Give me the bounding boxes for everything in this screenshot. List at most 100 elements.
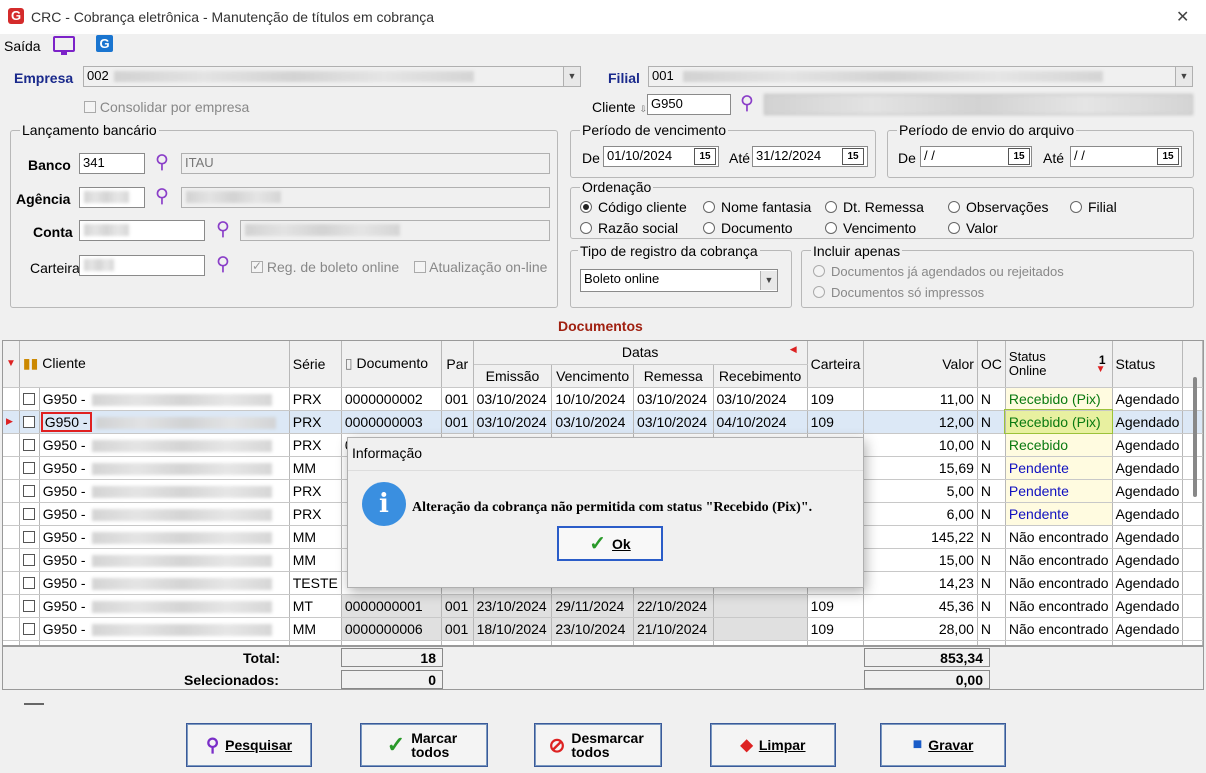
col-oc[interactable]: OC	[977, 341, 1006, 388]
row-checkbox[interactable]	[19, 433, 40, 457]
cell-status[interactable]: Agendado	[1112, 387, 1184, 411]
radio-icon[interactable]	[703, 201, 715, 213]
checkbox-icon[interactable]	[251, 259, 263, 273]
cell-status[interactable]: Agendado	[1112, 502, 1184, 526]
cell-emissao[interactable]: 03/10/2024	[473, 387, 553, 411]
radio-icon[interactable]	[813, 265, 825, 277]
cell-recebimento[interactable]	[713, 594, 808, 618]
cell-recebimento[interactable]: 04/10/2024	[713, 410, 808, 434]
row-checkbox[interactable]	[19, 571, 40, 595]
cell-status[interactable]: Agendado	[1112, 410, 1184, 434]
col-status[interactable]: Status	[1112, 341, 1184, 388]
cell-status-online[interactable]: Recebido (Pix)	[1005, 387, 1113, 411]
ordem-filial[interactable]: Filial	[1070, 199, 1117, 215]
cell-par[interactable]: 001	[441, 617, 474, 641]
cell-status-online[interactable]: Recebido	[1005, 433, 1113, 457]
radio-icon[interactable]	[1070, 201, 1082, 213]
cell-valor[interactable]: 145,22	[863, 525, 978, 549]
ordem-vencimento[interactable]: Vencimento	[825, 220, 916, 236]
ordem-codigo-cliente[interactable]: Código cliente	[580, 199, 687, 215]
consolidar-checkbox[interactable]: Consolidar por empresa	[84, 99, 249, 115]
cell-valor[interactable]: 5,00	[863, 479, 978, 503]
checkbox-icon[interactable]	[22, 392, 35, 405]
desmarcar-todos-button[interactable]: ⊘ Desmarcar todos	[534, 723, 662, 767]
radio-icon[interactable]	[813, 286, 825, 298]
col-par[interactable]: Par	[441, 341, 474, 388]
cell-serie[interactable]: PRX	[289, 479, 342, 503]
cell-vencimento[interactable]: 23/10/2024	[551, 617, 634, 641]
col-cliente[interactable]: ▮▮ Cliente	[19, 341, 290, 388]
cell-valor[interactable]: 11,00	[863, 387, 978, 411]
cell-valor[interactable]: 28,00	[863, 617, 978, 641]
cell-serie[interactable]: MM	[289, 617, 342, 641]
col-documento[interactable]: ▯ Documento	[341, 341, 442, 388]
cell-emissao[interactable]: 23/10/2024	[473, 594, 553, 618]
row-checkbox[interactable]	[19, 617, 40, 641]
checkbox-icon[interactable]	[22, 461, 35, 474]
row-checkbox[interactable]	[19, 594, 40, 618]
atualizacao-checkbox[interactable]: Atualização on-line	[414, 259, 547, 275]
cell-carteira[interactable]: 109	[807, 387, 865, 411]
ordem-dt-remessa[interactable]: Dt. Remessa	[825, 199, 924, 215]
calendar-icon[interactable]: 15	[842, 148, 864, 165]
cell-status-online[interactable]: Pendente	[1005, 502, 1113, 526]
cell-status-online[interactable]: Recebido (Pix)	[1004, 409, 1114, 434]
table-row[interactable]: G950 - MM 0000000006 001 18/10/2024 23/10/202…	[3, 617, 1203, 641]
cell-cliente[interactable]: G950 -	[39, 571, 290, 595]
table-row[interactable]: G950 - PRX 0000000002 001 03/10/2024 10/10/20…	[3, 387, 1203, 411]
cell-cliente[interactable]: G950 -	[39, 594, 290, 618]
radio-icon[interactable]	[948, 201, 960, 213]
ordem-nome-fantasia[interactable]: Nome fantasia	[703, 199, 811, 215]
cell-cliente[interactable]: G950 -	[39, 525, 290, 549]
splitter-handle[interactable]	[24, 703, 44, 705]
cell-status-online[interactable]: Pendente	[1005, 479, 1113, 503]
checkbox-icon[interactable]	[22, 484, 35, 497]
cell-carteira[interactable]: 109	[807, 410, 865, 434]
cell-par[interactable]: 001	[441, 387, 474, 411]
col-carteira[interactable]: Carteira	[807, 341, 865, 388]
cell-cliente[interactable]: G950 -	[39, 410, 290, 434]
radio-icon[interactable]	[948, 222, 960, 234]
cell-carteira[interactable]: 109	[807, 594, 865, 618]
checkbox-icon[interactable]	[22, 599, 35, 612]
cell-oc[interactable]: N	[977, 525, 1006, 549]
cell-oc[interactable]: N	[977, 571, 1006, 595]
ordem-documento[interactable]: Documento	[703, 220, 793, 236]
cell-serie[interactable]: PRX	[289, 410, 342, 434]
cell-documento[interactable]: 0000000002	[341, 387, 442, 411]
checkbox-icon[interactable]	[22, 438, 35, 451]
chevron-down-icon[interactable]: ▼	[1175, 67, 1192, 86]
cell-recebimento[interactable]	[713, 617, 808, 641]
cliente-input[interactable]: G950	[647, 94, 731, 115]
cell-oc[interactable]: N	[977, 548, 1006, 572]
cell-serie[interactable]: PRX	[289, 502, 342, 526]
chevron-down-icon[interactable]: ▼	[563, 67, 580, 86]
gravar-button[interactable]: ■ Gravar	[880, 723, 1006, 767]
cell-status[interactable]: Agendado	[1112, 433, 1184, 457]
cell-status-online[interactable]: Não encontrado	[1005, 571, 1113, 595]
calendar-icon[interactable]: 15	[1157, 148, 1179, 165]
menu-saida[interactable]: Saída	[4, 38, 41, 54]
col-valor[interactable]: Valor	[863, 341, 978, 388]
row-checkbox[interactable]	[19, 502, 40, 526]
checkbox-icon[interactable]	[22, 507, 35, 520]
checkbox-icon[interactable]	[22, 576, 35, 589]
cell-documento[interactable]: 0000000003	[341, 410, 442, 434]
cell-status[interactable]: Agendado	[1112, 525, 1184, 549]
col-recebimento[interactable]: Recebimento	[713, 364, 808, 388]
scrollbar-thumb[interactable]	[1193, 377, 1197, 497]
ordem-valor[interactable]: Valor	[948, 220, 998, 236]
row-checkbox[interactable]	[19, 410, 40, 434]
cell-oc[interactable]: N	[977, 433, 1006, 457]
row-checkbox[interactable]	[19, 479, 40, 503]
cell-par[interactable]: 001	[441, 410, 474, 434]
cell-cliente[interactable]: G950 -	[39, 548, 290, 572]
checkbox-icon[interactable]	[414, 261, 426, 273]
radio-icon[interactable]	[825, 222, 837, 234]
cell-serie[interactable]: PRX	[289, 433, 342, 457]
col-remessa[interactable]: Remessa	[633, 364, 714, 388]
radio-icon[interactable]	[580, 222, 592, 234]
cell-status[interactable]: Agendado	[1112, 617, 1184, 641]
ordem-razao-social[interactable]: Razão social	[580, 220, 678, 236]
cell-carteira[interactable]: 109	[807, 617, 865, 641]
